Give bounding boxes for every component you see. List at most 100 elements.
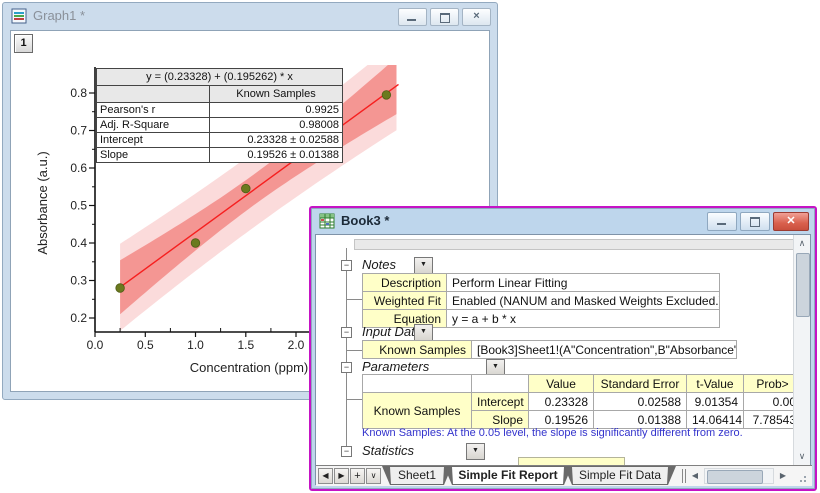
- horizontal-scrollbar[interactable]: [704, 468, 774, 484]
- notes-row-value[interactable]: Enabled (NANUM and Masked Weights Exclud…: [447, 292, 720, 310]
- param-prob[interactable]: 0.00: [744, 393, 796, 411]
- svg-text:2.0: 2.0: [288, 338, 305, 352]
- param-header[interactable]: Value: [529, 375, 594, 393]
- svg-text:0.8: 0.8: [70, 86, 87, 100]
- svg-text:0.4: 0.4: [70, 236, 87, 250]
- hscroll-right-arrow[interactable]: ▶: [775, 468, 791, 484]
- input-data-section-label[interactable]: Input Data: [362, 324, 422, 340]
- parameters-section-label[interactable]: Parameters: [362, 359, 429, 375]
- param-header[interactable]: t-Value: [687, 375, 744, 393]
- svg-text:0.5: 0.5: [137, 338, 154, 352]
- fit-equation: y = (0.23328) + (0.195262) * x: [97, 69, 343, 86]
- close-icon: ×: [463, 9, 490, 24]
- fit-column-header: Known Samples: [210, 86, 343, 103]
- tab-simple-fit-report[interactable]: Simple Fit Report: [444, 466, 572, 485]
- workbook-icon: [319, 213, 335, 229]
- restore-icon: [440, 13, 450, 23]
- param-row-group[interactable]: Known Samples: [363, 393, 472, 429]
- minimize-icon: [717, 223, 726, 225]
- close-button[interactable]: ✕: [773, 212, 809, 231]
- param-name[interactable]: Slope: [472, 411, 529, 429]
- param-stderr[interactable]: 0.01388: [594, 411, 687, 429]
- notes-row-value[interactable]: Perform Linear Fitting: [447, 274, 720, 292]
- graph1-titlebar[interactable]: Graph1 * ×: [3, 3, 497, 29]
- horizontal-scroll-thumb[interactable]: [707, 470, 763, 484]
- svg-text:0.7: 0.7: [70, 124, 87, 138]
- close-button[interactable]: ×: [462, 8, 491, 26]
- notes-section-label[interactable]: Notes: [362, 257, 396, 273]
- tab-sheet1[interactable]: Sheet1: [382, 466, 452, 485]
- input-data-collapse-toggle[interactable]: −: [341, 327, 352, 338]
- fit-row-label: Adj. R-Square: [97, 118, 210, 133]
- param-prob[interactable]: 7.78543: [744, 411, 796, 429]
- graph1-title: Graph1 *: [33, 3, 85, 29]
- tree-line: [346, 299, 362, 300]
- scroll-up-arrow[interactable]: ∧: [794, 235, 810, 251]
- restore-button[interactable]: [430, 8, 459, 26]
- empty-cell[interactable]: [363, 375, 472, 393]
- tab-simple-fit-data[interactable]: Simple Fit Data: [564, 466, 676, 485]
- input-data-dropdown-button[interactable]: ▼: [414, 324, 433, 341]
- vertical-scroll-thumb[interactable]: [796, 253, 810, 317]
- notes-dropdown-button[interactable]: ▼: [414, 257, 433, 274]
- tree-line: [346, 399, 362, 400]
- param-header[interactable]: Prob>: [744, 375, 796, 393]
- vertical-scrollbar[interactable]: ∧ ∨: [793, 235, 810, 465]
- scroll-down-arrow[interactable]: ∨: [794, 448, 810, 464]
- tree-line: [346, 350, 362, 351]
- notes-table[interactable]: Description Perform Linear Fitting Weigh…: [362, 273, 720, 328]
- svg-text:1.0: 1.0: [187, 338, 204, 352]
- param-stderr[interactable]: 0.02588: [594, 393, 687, 411]
- maximize-icon: [750, 217, 760, 227]
- desktop: { "graph": { "title": "Graph1 *", "layer…: [0, 0, 820, 493]
- fit-row-label: Intercept: [97, 133, 210, 148]
- fit-results-table[interactable]: y = (0.23328) + (0.195262) * x Known Sam…: [96, 68, 343, 163]
- empty-cell[interactable]: [472, 375, 529, 393]
- book3-title: Book3 *: [341, 208, 389, 234]
- param-value[interactable]: 0.23328: [529, 393, 594, 411]
- param-tvalue[interactable]: 9.01354: [687, 393, 744, 411]
- minimize-button[interactable]: [398, 8, 427, 26]
- sheet-list-button[interactable]: ∨: [366, 468, 381, 484]
- tab-scroll-divider: [682, 469, 683, 483]
- param-name[interactable]: Intercept: [472, 393, 529, 411]
- maximize-button[interactable]: [740, 212, 770, 231]
- add-sheet-button[interactable]: +: [350, 468, 365, 484]
- layer-1-button[interactable]: 1: [14, 34, 33, 53]
- input-row-label[interactable]: Known Samples: [363, 341, 472, 359]
- input-row-value[interactable]: [Book3]Sheet1!(A"Concentration",B"Absorb…: [472, 341, 737, 359]
- statistics-section-label[interactable]: Statistics: [362, 443, 414, 459]
- close-icon: ✕: [774, 213, 808, 229]
- book3-window: Book3 * ✕ − Notes ▼ Description Perform …: [309, 206, 817, 491]
- parameters-table[interactable]: Value Standard Error t-Value Prob> Known…: [362, 374, 795, 429]
- fit-row-label: Slope: [97, 148, 210, 163]
- param-value[interactable]: 0.19526: [529, 411, 594, 429]
- notes-collapse-toggle[interactable]: −: [341, 260, 352, 271]
- notes-row-label[interactable]: Description: [363, 274, 447, 292]
- fit-row-label: Pearson's r: [97, 103, 210, 118]
- empty-cell: [97, 86, 210, 103]
- minimize-icon: [407, 19, 416, 21]
- notes-row-label[interactable]: Weighted Fit: [363, 292, 447, 310]
- svg-text:Absorbance (a.u.): Absorbance (a.u.): [35, 151, 50, 254]
- report-sheet[interactable]: − Notes ▼ Description Perform Linear Fit…: [316, 235, 795, 465]
- input-data-table[interactable]: Known Samples [Book3]Sheet1!(A"Concentra…: [362, 340, 737, 359]
- svg-text:0.5: 0.5: [70, 199, 87, 213]
- tab-prev-button[interactable]: ◀: [318, 468, 333, 484]
- notes-row-value[interactable]: y = a + b * x: [447, 310, 720, 328]
- svg-text:0.6: 0.6: [70, 161, 87, 175]
- book3-titlebar[interactable]: Book3 * ✕: [311, 208, 815, 234]
- tab-next-button[interactable]: ▶: [334, 468, 349, 484]
- svg-text:0.0: 0.0: [87, 338, 104, 352]
- svg-text:0.2: 0.2: [70, 311, 87, 325]
- svg-text:0.3: 0.3: [70, 274, 87, 288]
- statistics-collapse-toggle[interactable]: −: [341, 446, 352, 457]
- workbook-content: − Notes ▼ Description Perform Linear Fit…: [315, 234, 811, 485]
- param-header[interactable]: Standard Error: [594, 375, 687, 393]
- statistics-dropdown-button[interactable]: ▼: [466, 443, 485, 460]
- parameters-collapse-toggle[interactable]: −: [341, 362, 352, 373]
- minimize-button[interactable]: [707, 212, 737, 231]
- param-tvalue[interactable]: 14.06414: [687, 411, 744, 429]
- svg-text:Concentration (ppm): Concentration (ppm): [190, 360, 309, 375]
- hscroll-left-arrow[interactable]: ◀: [687, 468, 703, 484]
